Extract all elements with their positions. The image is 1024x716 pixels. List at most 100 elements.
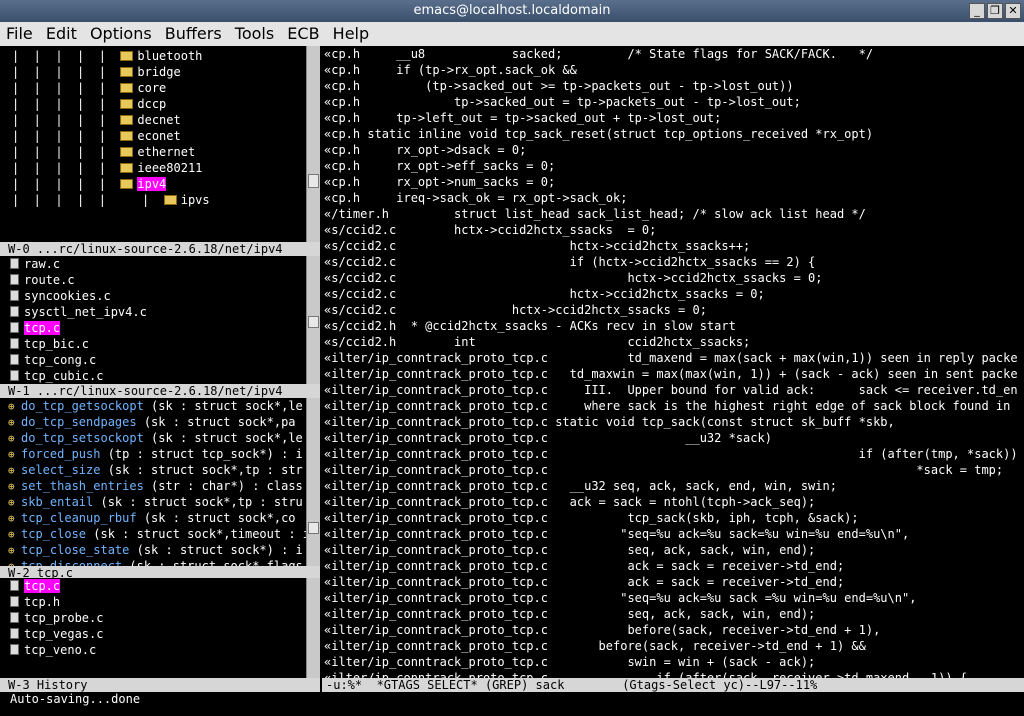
grep-result-line[interactable]: «ilter/ip_conntrack_proto_tcp.c before(s… [322, 622, 1024, 638]
dir-item[interactable]: | | | | | bridge [0, 64, 306, 80]
close-button[interactable]: ✕ [1005, 3, 1021, 19]
method-item[interactable]: ⊕ tcp_close_state (sk : struct sock*) : i [0, 542, 306, 558]
grep-result-line[interactable]: «cp.h tp->sacked_out = tp->packets_out -… [322, 94, 1024, 110]
grep-result-line[interactable]: «ilter/ip_conntrack_proto_tcp.c ack = sa… [322, 558, 1024, 574]
grep-result-line[interactable]: «ilter/ip_conntrack_proto_tcp.c III. Upp… [322, 382, 1024, 398]
grep-result-text: ilter/ip_conntrack_proto_tcp.c td_maxwin… [331, 367, 1018, 381]
grep-result-line[interactable]: «ilter/ip_conntrack_proto_tcp.c *sack = … [322, 462, 1024, 478]
menu-buffers[interactable]: Buffers [165, 24, 222, 43]
history-item[interactable]: tcp_vegas.c [0, 626, 306, 642]
menu-options[interactable]: Options [90, 24, 152, 43]
history-item[interactable]: tcp_veno.c [0, 642, 306, 658]
grep-result-line[interactable]: «ilter/ip_conntrack_proto_tcp.c "seq=%u … [322, 590, 1024, 606]
grep-result-line[interactable]: «cp.h if (tp->rx_opt.sack_ok && [322, 62, 1024, 78]
source-item[interactable]: tcp_cubic.c [0, 368, 306, 384]
method-item[interactable]: ⊕ tcp_close (sk : struct sock*,timeout : … [0, 526, 306, 542]
grep-result-line[interactable]: «s/ccid2.c hctx->ccid2hctx_ssacks++; [322, 238, 1024, 254]
method-item[interactable]: ⊕ skb_entail (sk : struct sock*,tp : stru [0, 494, 306, 510]
method-item[interactable]: ⊕ tcp_cleanup_rbuf (sk : struct sock*,co [0, 510, 306, 526]
menu-file[interactable]: File [6, 24, 33, 43]
grep-result-text: ilter/ip_conntrack_proto_tcp.c __u32 seq… [331, 479, 837, 493]
grep-result-line[interactable]: «ilter/ip_conntrack_proto_tcp.c __u32 *s… [322, 430, 1024, 446]
method-item[interactable]: ⊕ do_tcp_getsockopt (sk : struct sock*,le [0, 398, 306, 414]
grep-result-line[interactable]: «ilter/ip_conntrack_proto_tcp.c swin = w… [322, 654, 1024, 670]
menu-tools[interactable]: Tools [235, 24, 274, 43]
method-item[interactable]: ⊕ do_tcp_sendpages (sk : struct sock*,pa [0, 414, 306, 430]
grep-result-line[interactable]: «ilter/ip_conntrack_proto_tcp.c static v… [322, 414, 1024, 430]
dir-item[interactable]: | | | | | ethernet [0, 144, 306, 160]
history-scrollbar[interactable] [306, 578, 320, 678]
grep-result-line[interactable]: «ilter/ip_conntrack_proto_tcp.c tcp_sack… [322, 510, 1024, 526]
grep-result-text: ilter/ip_conntrack_proto_tcp.c if (after… [331, 447, 1018, 461]
grep-result-line[interactable]: «s/ccid2.c hctx->ccid2hctx_ssacks = 0; [322, 302, 1024, 318]
grep-result-line[interactable]: «s/ccid2.c if (hctx->ccid2hctx_ssacks ==… [322, 254, 1024, 270]
minimize-button[interactable]: _ [969, 3, 985, 19]
grep-result-line[interactable]: «cp.h rx_opt->num_sacks = 0; [322, 174, 1024, 190]
grep-result-text: cp.h rx_opt->eff_sacks = 0; [331, 159, 556, 173]
grep-result-line[interactable]: «/timer.h struct list_head sack_list_hea… [322, 206, 1024, 222]
source-item[interactable]: sysctl_net_ipv4.c [0, 304, 306, 320]
method-item[interactable]: ⊕ forced_push (tp : struct tcp_sock*) : i [0, 446, 306, 462]
source-item[interactable]: route.c [0, 272, 306, 288]
menu-edit[interactable]: Edit [46, 24, 77, 43]
methods-scrollbar[interactable] [306, 398, 320, 566]
source-item[interactable]: tcp_bic.c [0, 336, 306, 352]
grep-result-line[interactable]: «s/ccid2.c hctx->ccid2hctx_ssacks = 0; [322, 270, 1024, 286]
directories-scrollbar-thumb[interactable] [308, 174, 319, 188]
dir-item[interactable]: | | | | | econet [0, 128, 306, 144]
grep-result-line[interactable]: «s/ccid2.h int ccid2hctx_ssacks; [322, 334, 1024, 350]
grep-result-line[interactable]: «ilter/ip_conntrack_proto_tcp.c seq, ack… [322, 606, 1024, 622]
method-item[interactable]: ⊕ do_tcp_setsockopt (sk : struct sock*,le [0, 430, 306, 446]
dir-item[interactable]: | | | | | bluetooth [0, 48, 306, 64]
method-item[interactable]: ⊕ set_thash_entries (str : char*) : class [0, 478, 306, 494]
dir-item[interactable]: | | | | | core [0, 80, 306, 96]
grep-result-line[interactable]: «cp.h ireq->sack_ok = rx_opt->sack_ok; [322, 190, 1024, 206]
grep-result-line[interactable]: «ilter/ip_conntrack_proto_tcp.c "seq=%u … [322, 526, 1024, 542]
history-item[interactable]: tcp_probe.c [0, 610, 306, 626]
history-item[interactable]: tcp.c [0, 578, 306, 594]
method-name: skb_entail [21, 495, 94, 509]
source-item[interactable]: raw.c [0, 256, 306, 272]
grep-result-line[interactable]: «s/ccid2.c hctx->ccid2hctx_ssacks = 0; [322, 222, 1024, 238]
grep-result-line[interactable]: «cp.h static inline void tcp_sack_reset(… [322, 126, 1024, 142]
source-item-label: tcp.c [24, 321, 61, 335]
dir-item[interactable]: | | | | | | ipvs [0, 192, 306, 208]
grep-result-line[interactable]: «ilter/ip_conntrack_proto_tcp.c td_maxen… [322, 350, 1024, 366]
grep-result-line[interactable]: «ilter/ip_conntrack_proto_tcp.c ack = sa… [322, 574, 1024, 590]
grep-result-line[interactable]: «ilter/ip_conntrack_proto_tcp.c __u32 se… [322, 478, 1024, 494]
grep-result-text: s/ccid2.c if (hctx->ccid2hctx_ssacks == … [331, 255, 816, 269]
grep-result-line[interactable]: «ilter/ip_conntrack_proto_tcp.c td_maxwi… [322, 366, 1024, 382]
grep-result-line[interactable]: «ilter/ip_conntrack_proto_tcp.c ack = sa… [322, 494, 1024, 510]
function-tag-icon: ⊕ [8, 544, 15, 557]
source-item[interactable]: tcp_cong.c [0, 352, 306, 368]
history-item[interactable]: tcp.h [0, 594, 306, 610]
grep-result-line[interactable]: «s/ccid2.h * @ccid2hctx_ssacks - ACKs re… [322, 318, 1024, 334]
source-item[interactable]: syncookies.c [0, 288, 306, 304]
methods-scrollbar-thumb[interactable] [308, 522, 319, 534]
grep-result-line[interactable]: «cp.h rx_opt->dsack = 0; [322, 142, 1024, 158]
grep-result-line[interactable]: «s/ccid2.c hctx->ccid2hctx_ssacks = 0; [322, 286, 1024, 302]
source-item[interactable]: tcp.c [0, 320, 306, 336]
dir-item[interactable]: | | | | | dccp [0, 96, 306, 112]
maximize-button[interactable]: ❐ [987, 3, 1003, 19]
sources-scrollbar[interactable] [306, 256, 320, 384]
dir-item[interactable]: | | | | | ieee80211 [0, 160, 306, 176]
function-tag-icon: ⊕ [8, 496, 15, 509]
directories-scrollbar[interactable] [306, 46, 320, 242]
grep-result-line[interactable]: «cp.h tp->left_out = tp->sacked_out + tp… [322, 110, 1024, 126]
grep-result-line[interactable]: «ilter/ip_conntrack_proto_tcp.c before(s… [322, 638, 1024, 654]
method-signature: (sk : struct sock*,timeout : i [86, 527, 306, 541]
dir-item[interactable]: | | | | | decnet [0, 112, 306, 128]
method-item[interactable]: ⊕tcp_disconnect (sk : struct sock*,flags [0, 558, 306, 566]
menu-ecb[interactable]: ECB [287, 24, 319, 43]
grep-result-line[interactable]: «cp.h __u8 sacked; /* State flags for SA… [322, 46, 1024, 62]
grep-result-line[interactable]: «ilter/ip_conntrack_proto_tcp.c if (afte… [322, 446, 1024, 462]
method-item[interactable]: ⊕ select_size (sk : struct sock*,tp : str [0, 462, 306, 478]
grep-result-line[interactable]: «cp.h (tp->sacked_out >= tp->packets_out… [322, 78, 1024, 94]
menu-help[interactable]: Help [333, 24, 369, 43]
grep-result-line[interactable]: «cp.h rx_opt->eff_sacks = 0; [322, 158, 1024, 174]
dir-item[interactable]: | | | | | ipv4 [0, 176, 306, 192]
grep-result-line[interactable]: «ilter/ip_conntrack_proto_tcp.c where sa… [322, 398, 1024, 414]
grep-result-line[interactable]: «ilter/ip_conntrack_proto_tcp.c seq, ack… [322, 542, 1024, 558]
sources-scrollbar-thumb[interactable] [308, 316, 319, 328]
